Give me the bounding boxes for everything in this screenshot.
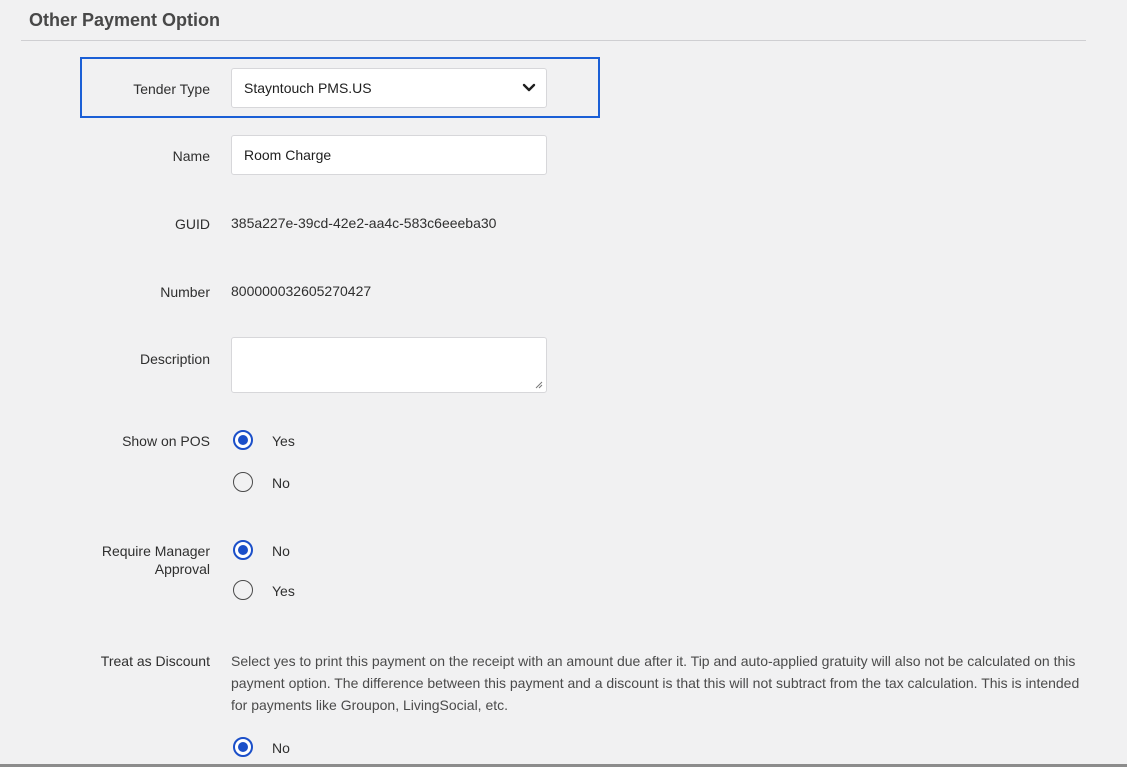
treat-as-discount-no-label[interactable]: No bbox=[272, 740, 290, 756]
treat-as-discount-description: Select yes to print this payment on the … bbox=[231, 653, 1080, 713]
require-manager-approval-no-radio[interactable] bbox=[233, 540, 253, 560]
treat-as-discount-no-radio[interactable] bbox=[233, 737, 253, 757]
require-manager-approval-no-label[interactable]: No bbox=[272, 543, 290, 559]
description-textarea[interactable] bbox=[231, 337, 547, 393]
section-divider bbox=[21, 40, 1086, 41]
treat-as-discount-label: Treat as Discount bbox=[100, 653, 210, 669]
resize-grip-icon[interactable] bbox=[535, 381, 543, 389]
name-label: Name bbox=[172, 148, 210, 164]
tender-type-label: Tender Type bbox=[133, 81, 210, 97]
payment-option-form: Other Payment Option Tender Type Staynto… bbox=[0, 0, 1127, 767]
guid-value: 385a227e-39cd-42e2-aa4c-583c6eeeba30 bbox=[231, 215, 497, 231]
name-input[interactable]: Room Charge bbox=[231, 135, 547, 175]
show-on-pos-label: Show on POS bbox=[122, 433, 210, 449]
number-label: Number bbox=[160, 284, 210, 300]
show-on-pos-yes-label[interactable]: Yes bbox=[272, 433, 295, 449]
description-label: Description bbox=[139, 351, 210, 367]
section-title: Other Payment Option bbox=[29, 10, 221, 30]
show-on-pos-no-radio[interactable] bbox=[233, 472, 253, 492]
chevron-down-icon bbox=[522, 83, 536, 92]
require-manager-approval-yes-radio[interactable] bbox=[233, 580, 253, 600]
show-on-pos-no-label[interactable]: No bbox=[272, 475, 290, 491]
show-on-pos-yes-radio[interactable] bbox=[233, 430, 253, 450]
number-value: 800000032605270427 bbox=[231, 283, 372, 299]
require-manager-approval-yes-label[interactable]: Yes bbox=[272, 583, 295, 599]
guid-label: GUID bbox=[175, 216, 210, 232]
require-manager-approval-label-line2: Approval bbox=[154, 561, 210, 577]
require-manager-approval-label: Require Manager Approval bbox=[20, 542, 210, 578]
tender-type-select[interactable]: Stayntouch PMS.US bbox=[231, 68, 547, 108]
name-input-value: Room Charge bbox=[244, 147, 332, 163]
tender-type-selected-value: Stayntouch PMS.US bbox=[244, 80, 372, 96]
require-manager-approval-label-line1: Require Manager bbox=[101, 543, 210, 559]
